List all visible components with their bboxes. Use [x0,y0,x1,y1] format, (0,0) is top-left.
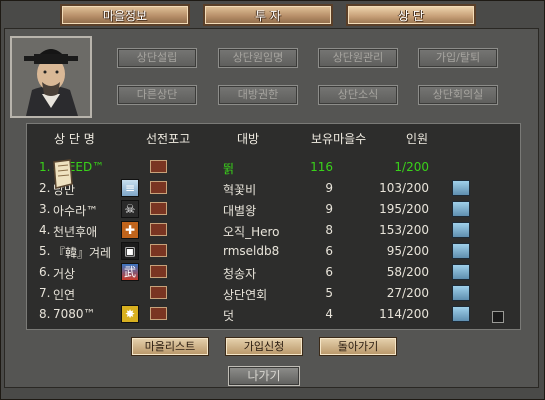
declare-war-checkbox[interactable] [150,160,167,173]
guild-info-book-icon[interactable] [452,243,470,259]
guild-row[interactable]: 6. 거상 武 청송자 6 58/200 [27,261,519,283]
guild-rank: 1. [39,160,51,174]
guild-leader: 혁꽃비 [223,183,257,197]
guild-leader: 상단연회 [223,288,268,302]
guild-news-button[interactable]: 상단소식 [318,85,398,105]
member-count: 58/200 [386,265,429,279]
scroll-cursor-icon [53,159,73,189]
guild-info-book-icon[interactable] [452,201,470,217]
col-header-members: 인원 [406,132,429,146]
character-portrait [10,36,92,118]
tab-village-info[interactable]: 마을정보 [60,4,190,26]
guild-row[interactable]: 2. 낭만 ≡ 혁꽃비 9 103/200 [27,177,519,199]
declare-war-checkbox[interactable] [150,223,167,236]
guild-meeting-room-button[interactable]: 상단회의실 [418,85,498,105]
guild-info-book-icon[interactable] [452,180,470,196]
guild-row[interactable]: 8. 7080™ ✸ 덧 4 114/200 [27,303,519,325]
guild-emblem-icon: ✚ [121,221,139,239]
village-count: 5 [325,286,333,300]
member-count: 27/200 [386,286,429,300]
member-count: 1/200 [394,160,429,174]
guild-name: 거상 [53,267,76,281]
manage-members-button[interactable]: 상단원관리 [318,48,398,68]
guild-info-book-icon[interactable] [452,264,470,280]
village-count: 9 [325,181,333,195]
member-count: 95/200 [386,244,429,258]
guild-row[interactable]: 5. 『韓』겨레 ▣ rmseldb8 6 95/200 [27,240,519,262]
member-count: 195/200 [379,202,429,216]
guild-name: 천년후애 [53,225,98,239]
guild-leader: 대별왕 [223,204,257,218]
village-count: 8 [325,223,333,237]
declare-war-checkbox[interactable] [150,181,167,194]
declare-war-checkbox[interactable] [150,265,167,278]
guild-leader: 청송자 [223,267,257,281]
guild-rank: 5. [39,244,51,258]
col-header-name: 상 단 명 [54,132,95,146]
other-guilds-button[interactable]: 다른상단 [117,85,197,105]
guild-emblem-icon: 武 [121,263,139,281]
member-count: 114/200 [379,307,429,321]
guild-row[interactable]: 7. 인연 상단연회 5 27/200 [27,282,519,304]
village-count: 6 [325,265,333,279]
col-header-villages: 보유마을수 [311,132,367,146]
guild-leader: rmseldb8 [223,244,280,258]
leader-rights-button[interactable]: 대방권한 [218,85,298,105]
guild-rank: 2. [39,181,51,195]
tab-merchant-guild[interactable]: 상 단 [346,4,476,26]
guild-emblem-icon: ✸ [121,305,139,323]
guild-emblem-icon: ≡ [121,179,139,197]
village-count: 9 [325,202,333,216]
village-count: 6 [325,244,333,258]
guild-leader: 오직_Hero [223,225,280,239]
member-count: 103/200 [379,181,429,195]
guild-rank: 3. [39,202,51,216]
guild-rank: 7. [39,286,51,300]
village-list-button[interactable]: 마을리스트 [131,337,209,356]
guild-rank: 8. [39,307,51,321]
guild-name: 『韓』겨레 [53,246,112,260]
join-leave-button[interactable]: 가입/탈퇴 [418,48,498,68]
guild-row[interactable]: 1. SPEED™ 뛹 116 1/200 [27,156,519,178]
guild-leader: 덧 [223,309,235,323]
guild-row[interactable]: 4. 천년후애 ✚ 오직_Hero 8 153/200 [27,219,519,241]
guild-emblem-icon: ▣ [121,242,139,260]
guild-info-book-icon[interactable] [452,306,470,322]
guild-info-book-icon[interactable] [452,222,470,238]
guild-leader: 뛹 [223,162,235,176]
col-header-war: 선전포고 [146,132,191,146]
go-back-button[interactable]: 돌아가기 [319,337,397,356]
exit-button[interactable]: 나가기 [228,366,300,386]
apply-join-button[interactable]: 가입신청 [225,337,303,356]
guild-rank: 4. [39,223,51,237]
guild-name: 인연 [53,288,76,302]
found-guild-button[interactable]: 상단설립 [117,48,197,68]
declare-war-checkbox[interactable] [150,202,167,215]
village-count: 116 [310,160,333,174]
guild-rank: 6. [39,265,51,279]
guild-emblem-icon: ☠ [121,200,139,218]
member-count: 153/200 [379,223,429,237]
declare-war-checkbox[interactable] [150,244,167,257]
village-count: 4 [325,307,333,321]
tab-investment[interactable]: 투 자 [203,4,333,26]
scrollbar-thumb[interactable] [492,311,504,323]
guild-info-book-icon[interactable] [452,285,470,301]
appoint-member-button[interactable]: 상단원임명 [218,48,298,68]
col-header-leader: 대방 [237,132,260,146]
declare-war-checkbox[interactable] [150,286,167,299]
guild-name: 아수라™ [53,204,99,218]
guild-row[interactable]: 3. 아수라™ ☠ 대별왕 9 195/200 [27,198,519,220]
declare-war-checkbox[interactable] [150,307,167,320]
guild-name: 7080™ [53,307,96,321]
